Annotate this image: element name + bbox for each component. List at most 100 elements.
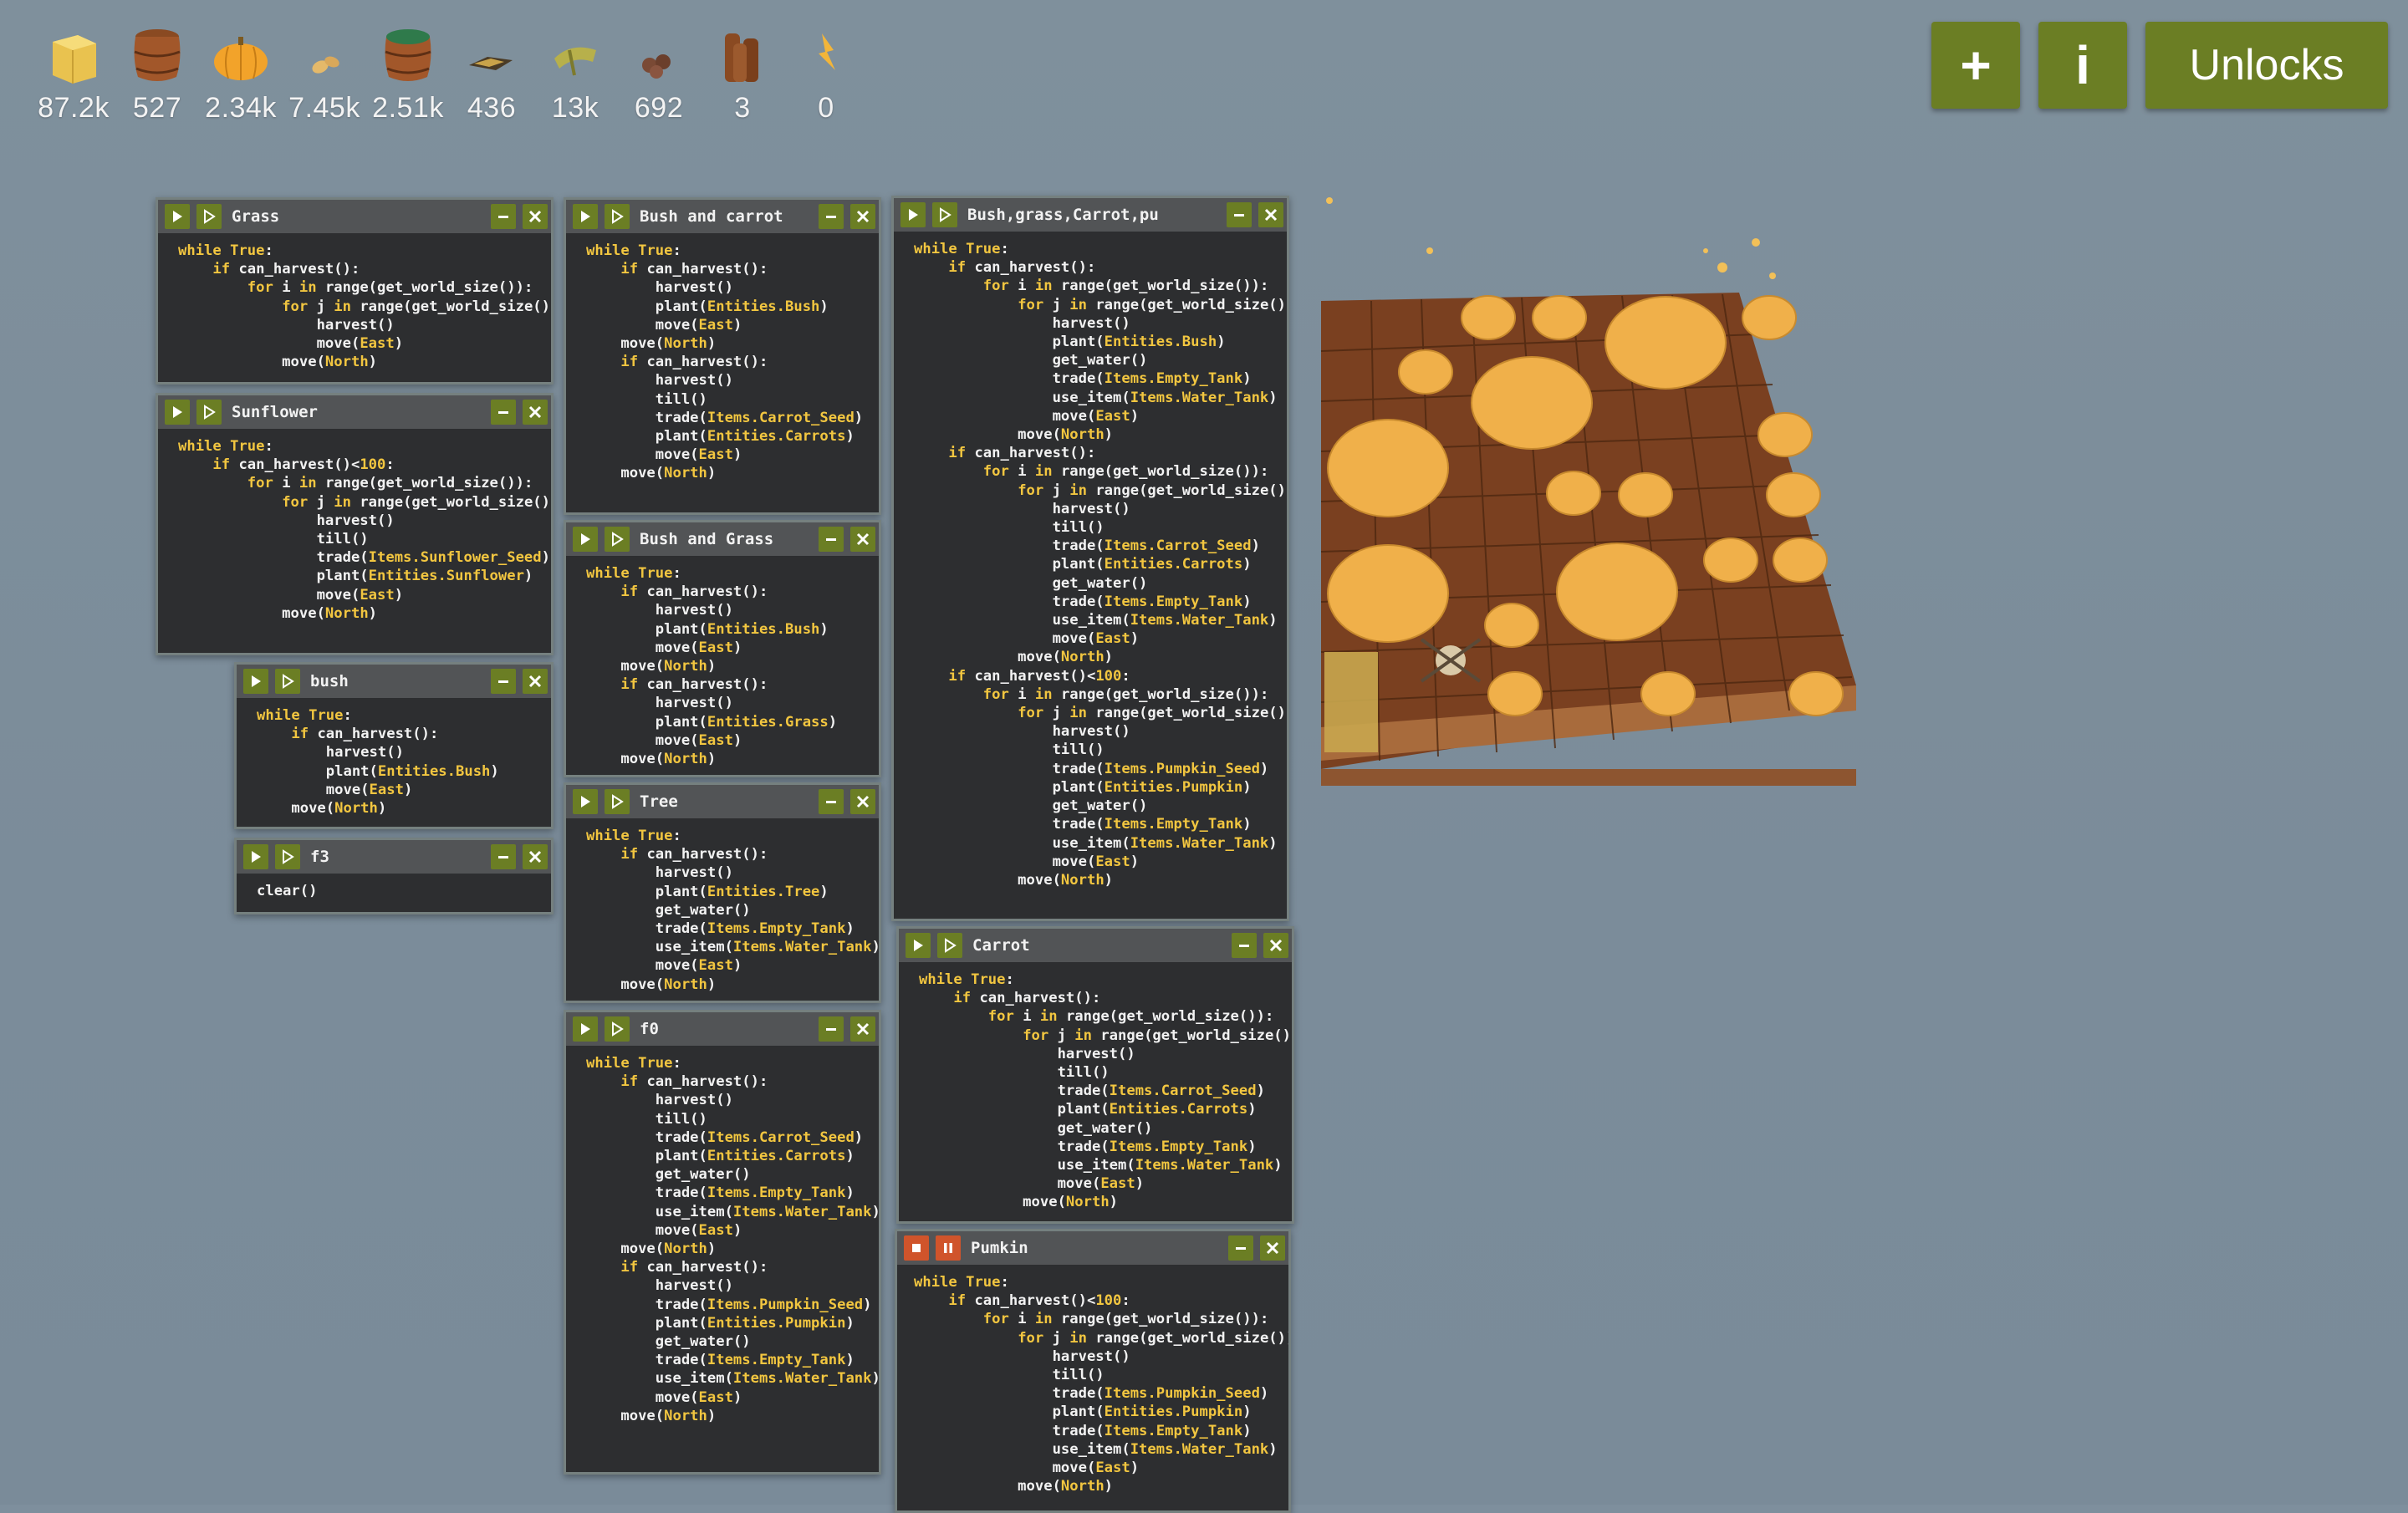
window-titlebar[interactable]: bush — [237, 665, 551, 698]
code-editor[interactable]: while True: if can_harvest(): for i in r… — [914, 240, 1287, 889]
play-icon — [252, 851, 261, 863]
run-button[interactable] — [906, 933, 931, 958]
code-window-f3[interactable]: f3 clear() — [234, 838, 554, 914]
window-titlebar[interactable]: Bush,grass,Carrot,pu — [894, 198, 1287, 232]
close-button[interactable] — [523, 400, 548, 425]
step-icon — [283, 849, 294, 864]
window-titlebar[interactable]: Carrot — [899, 929, 1292, 962]
close-button[interactable] — [1260, 1235, 1285, 1261]
minimize-button[interactable] — [819, 527, 844, 552]
code-window-carrot[interactable]: Carrot while True: if can_harvest(): for… — [896, 926, 1294, 1224]
info-button[interactable]: i — [2038, 22, 2127, 109]
step-button[interactable] — [605, 1016, 630, 1042]
code-window-bush-and-carrot[interactable]: Bush and carrot while True: if can_harve… — [564, 197, 881, 515]
code-editor[interactable]: while True: if can_harvest(): harvest() … — [586, 242, 863, 483]
code-editor[interactable]: clear() — [257, 882, 317, 900]
window-titlebar[interactable]: Grass — [158, 200, 551, 233]
window-titlebar[interactable]: Bush and Grass — [566, 522, 879, 556]
close-button[interactable] — [850, 1016, 875, 1042]
minimize-icon — [498, 856, 508, 858]
unlocks-button[interactable]: Unlocks — [2145, 22, 2388, 109]
cactus-icon — [554, 47, 596, 76]
code-window-grass[interactable]: Grass while True: if can_harvest(): for … — [156, 197, 554, 385]
code-editor[interactable]: while True: if can_harvest(): for i in r… — [178, 242, 551, 371]
code-window-tree[interactable]: Tree while True: if can_harvest(): harve… — [564, 782, 881, 1003]
code-editor[interactable]: while True: if can_harvest()<100: for i … — [178, 437, 551, 623]
run-button[interactable] — [165, 400, 190, 425]
window-title: Grass — [232, 207, 280, 226]
window-titlebar[interactable]: Bush and carrot — [566, 200, 879, 233]
resource-value: 0 — [818, 92, 834, 124]
run-button[interactable] — [573, 527, 598, 552]
minimize-button[interactable] — [819, 789, 844, 814]
close-button[interactable] — [850, 527, 875, 552]
window-title: Bush,grass,Carrot,pu — [967, 206, 1159, 224]
step-button[interactable] — [605, 789, 630, 814]
window-title: Bush and Grass — [640, 530, 774, 548]
run-button[interactable] — [243, 669, 268, 694]
code-editor[interactable]: while True: if can_harvest()<100: for i … — [914, 1273, 1288, 1495]
window-titlebar[interactable]: Sunflower — [158, 395, 551, 429]
code-window-bush[interactable]: bush while True: if can_harvest(): harve… — [234, 662, 554, 829]
water-barrel-icon — [385, 29, 431, 81]
play-icon — [909, 209, 918, 221]
minimize-icon — [826, 1028, 836, 1031]
close-button[interactable] — [850, 789, 875, 814]
run-button[interactable] — [165, 204, 190, 229]
code-editor[interactable]: while True: if can_harvest(): harvest() … — [586, 827, 879, 994]
run-button[interactable] — [573, 204, 598, 229]
wood-barrel-icon — [134, 29, 181, 81]
step-button[interactable] — [605, 204, 630, 229]
step-button[interactable] — [196, 204, 222, 229]
minimize-button[interactable] — [819, 204, 844, 229]
add-button[interactable]: + — [1931, 22, 2020, 109]
pumpkin-icon — [214, 37, 268, 80]
step-button[interactable] — [275, 669, 300, 694]
code-window-pumkin[interactable]: Pumkin while True: if can_harvest()<100:… — [895, 1229, 1291, 1513]
step-button[interactable] — [932, 202, 957, 227]
minimize-button[interactable] — [819, 1016, 844, 1042]
window-titlebar[interactable]: f3 — [237, 840, 551, 874]
farm-viewport[interactable] — [1304, 184, 1873, 786]
window-titlebar[interactable]: f0 — [566, 1012, 879, 1046]
minimize-button[interactable] — [1228, 1235, 1253, 1261]
close-button[interactable] — [523, 204, 548, 229]
window-titlebar[interactable]: Pumkin — [897, 1231, 1288, 1265]
run-button[interactable] — [573, 1016, 598, 1042]
info-icon: i — [2075, 35, 2090, 95]
stop-button[interactable] — [904, 1235, 929, 1261]
resource-power: 0 — [784, 18, 868, 135]
close-button[interactable] — [523, 844, 548, 869]
window-title: f0 — [640, 1020, 659, 1038]
code-editor[interactable]: while True: if can_harvest(): for i in r… — [919, 970, 1292, 1212]
step-button[interactable] — [937, 933, 962, 958]
close-button[interactable] — [1258, 202, 1283, 227]
code-editor[interactable]: while True: if can_harvest(): harvest() … — [586, 1054, 879, 1425]
code-window-bush-grass-carrot-pu[interactable]: Bush,grass,Carrot,pu while True: if can_… — [891, 196, 1289, 921]
run-button[interactable] — [900, 202, 926, 227]
step-button[interactable] — [275, 844, 300, 869]
minimize-button[interactable] — [491, 844, 516, 869]
minimize-button[interactable] — [1227, 202, 1252, 227]
close-icon — [528, 210, 542, 223]
window-titlebar[interactable]: Tree — [566, 785, 879, 818]
window-title: f3 — [310, 848, 329, 866]
close-button[interactable] — [1263, 933, 1288, 958]
pause-button[interactable] — [936, 1235, 961, 1261]
minimize-button[interactable] — [491, 669, 516, 694]
code-window-f0[interactable]: f0 while True: if can_harvest(): harvest… — [564, 1010, 881, 1475]
run-button[interactable] — [573, 789, 598, 814]
code-editor[interactable]: while True: if can_harvest(): harvest() … — [257, 706, 499, 818]
code-window-sunflower[interactable]: Sunflower while True: if can_harvest()<1… — [156, 393, 554, 655]
minimize-button[interactable] — [1232, 933, 1257, 958]
close-button[interactable] — [523, 669, 548, 694]
code-window-bush-and-grass[interactable]: Bush and Grass while True: if can_harves… — [564, 520, 881, 777]
minimize-button[interactable] — [491, 400, 516, 425]
step-button[interactable] — [605, 527, 630, 552]
minimize-button[interactable] — [491, 204, 516, 229]
run-button[interactable] — [243, 844, 268, 869]
close-button[interactable] — [850, 204, 875, 229]
step-button[interactable] — [196, 400, 222, 425]
window-title: Pumkin — [971, 1239, 1028, 1257]
code-editor[interactable]: while True: if can_harvest(): harvest() … — [586, 564, 837, 768]
